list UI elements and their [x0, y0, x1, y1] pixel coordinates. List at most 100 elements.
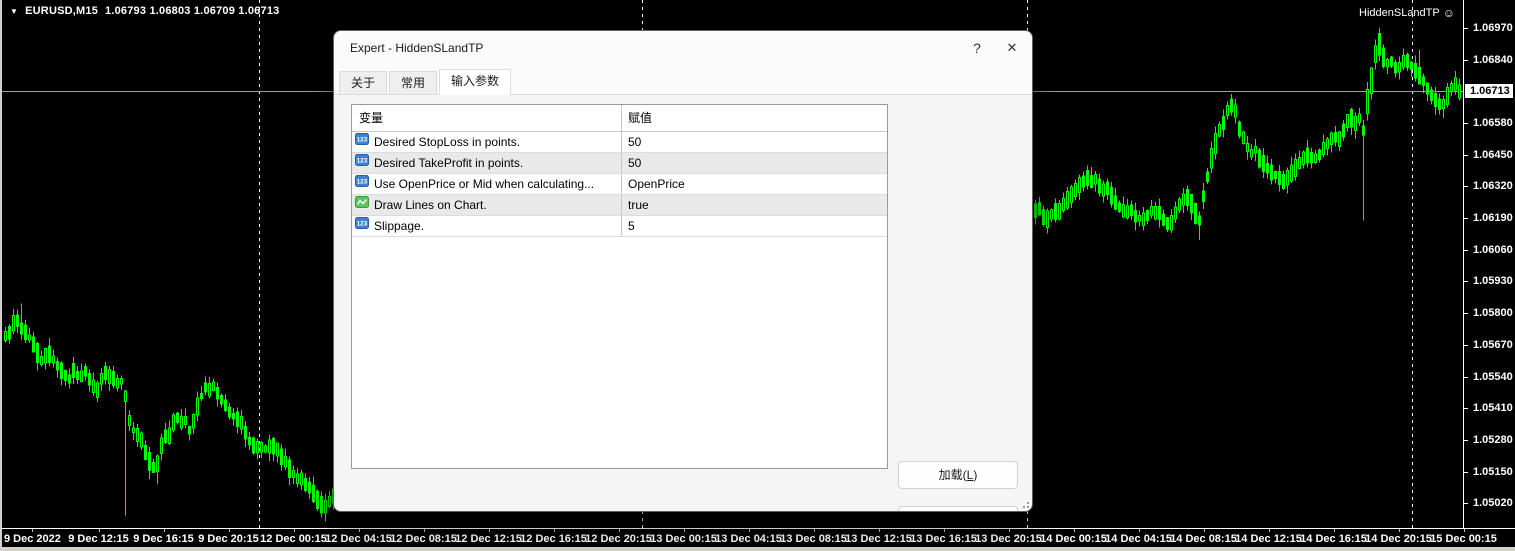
- price-axis[interactable]: 1.06970 1.06840 1.06580 1.06450 1.06320 1.061…: [1463, 0, 1515, 528]
- bull-candle-body: [1078, 177, 1081, 194]
- bear-candle-body: [48, 345, 51, 364]
- bear-candle-body: [164, 429, 167, 444]
- bear-candle-body: [1198, 215, 1201, 226]
- tab-2[interactable]: 输入参数: [439, 69, 512, 95]
- bull-candle-body: [1302, 151, 1305, 166]
- param-row-2[interactable]: 123 Use OpenPrice or Mid when calculating…: [352, 174, 887, 195]
- symbol-label: EURUSD,M15: [25, 5, 99, 17]
- bull-candle-body: [1234, 104, 1237, 118]
- time-label: 12 Dec 20:15: [585, 533, 652, 545]
- bear-candle-body: [1438, 98, 1441, 111]
- bear-candle-body: [56, 361, 59, 371]
- bear-candle-body: [36, 342, 39, 364]
- svg-text:123: 123: [357, 158, 368, 165]
- bear-candle-body: [1410, 61, 1413, 71]
- bull-candle-body: [1366, 88, 1369, 114]
- bear-candle-body: [272, 438, 275, 455]
- bear-candle-body: [200, 392, 203, 400]
- price-tick: [1464, 250, 1468, 251]
- time-tick: [684, 529, 685, 532]
- param-row-4[interactable]: 123 Slippage. 5: [352, 216, 887, 237]
- param-value[interactable]: 5: [622, 216, 887, 236]
- bull-candle-body: [1298, 157, 1301, 170]
- bear-candle-body: [20, 322, 23, 335]
- bear-candle-body: [1206, 171, 1209, 183]
- price-label: 1.06320: [1473, 180, 1513, 192]
- bull-candle-body: [1226, 105, 1229, 117]
- symbol-ohlc-line: ▼ EURUSD,M15 1.06793 1.06803 1.06709 1.0…: [10, 5, 279, 17]
- bull-candle-body: [196, 397, 199, 416]
- bear-candle-body: [68, 374, 71, 384]
- param-row-3[interactable]: Draw Lines on Chart. true: [352, 195, 887, 216]
- bear-candle-body: [252, 437, 255, 454]
- bear-candle-body: [1186, 188, 1189, 207]
- tab-0[interactable]: 关于: [339, 71, 388, 94]
- bear-candle-body: [224, 399, 227, 412]
- dialog-title: Expert - HiddenSLandTP: [350, 40, 484, 55]
- dialog-titlebar[interactable]: Expert - HiddenSLandTP ? ✕: [334, 31, 1032, 64]
- smiley-icon: ☺: [1442, 5, 1455, 20]
- bear-candle-body: [1382, 47, 1385, 68]
- bull-candle-body: [208, 383, 211, 397]
- time-label: 13 Dec 20:15: [975, 533, 1042, 545]
- bear-candle-body: [104, 366, 107, 380]
- bull-candle-body: [276, 442, 279, 457]
- bull-candle-body: [1126, 205, 1129, 219]
- bear-candle-body: [244, 426, 247, 440]
- time-tick: [1334, 529, 1335, 532]
- bull-candle-body: [1154, 205, 1157, 220]
- price-tick: [1464, 345, 1468, 346]
- close-icon[interactable]: ✕: [992, 31, 1032, 64]
- bear-candle-body: [152, 462, 155, 473]
- bull-candle-body: [1250, 149, 1253, 158]
- numeric-123-icon: 123: [355, 132, 369, 152]
- bear-candle-body: [1310, 152, 1313, 164]
- bear-candle-body: [1146, 210, 1149, 222]
- bear-candle-body: [1342, 123, 1345, 138]
- bear-candle-body: [1118, 202, 1121, 212]
- resize-grip[interactable]: [1019, 498, 1029, 508]
- bull-candle-body: [1170, 215, 1173, 231]
- bear-candle-body: [1238, 121, 1241, 137]
- time-tick: [879, 529, 880, 532]
- load-button[interactable]: 加载(L): [898, 461, 1018, 489]
- bear-candle-body: [8, 326, 11, 340]
- price-tick: [1464, 503, 1468, 504]
- param-value[interactable]: 50: [622, 132, 887, 152]
- bull-candle-body: [1138, 214, 1141, 222]
- bull-candle-body: [1338, 131, 1341, 148]
- time-label: 9 Dec 16:15: [133, 533, 194, 545]
- tab-1[interactable]: 常用: [389, 71, 438, 94]
- param-name: 123 Desired TakeProfit in points.: [352, 153, 622, 173]
- bear-candle-body: [216, 386, 219, 400]
- price-label: 1.06450: [1473, 149, 1513, 161]
- bear-candle-body: [148, 452, 151, 471]
- bull-candle-body: [1254, 146, 1257, 154]
- param-value[interactable]: true: [622, 195, 887, 215]
- bear-candle-body: [1430, 89, 1433, 102]
- bull-candle-body: [1326, 138, 1329, 150]
- bear-candle-body: [308, 481, 311, 494]
- param-row-1[interactable]: 123 Desired TakeProfit in points. 50: [352, 153, 887, 174]
- time-label: 13 Dec 08:15: [780, 533, 847, 545]
- save-button[interactable]: 保存(S): [898, 506, 1018, 511]
- bull-candle-body: [28, 334, 31, 341]
- time-label: 12 Dec 00:15: [260, 533, 327, 545]
- bull-candle-body: [1214, 133, 1217, 154]
- param-value[interactable]: OpenPrice: [622, 174, 887, 194]
- bear-candle-body: [144, 444, 147, 460]
- price-tick: [1464, 472, 1468, 473]
- param-name: 123 Use OpenPrice or Mid when calculating…: [352, 174, 622, 194]
- param-value[interactable]: 50: [622, 153, 887, 173]
- param-row-0[interactable]: 123 Desired StopLoss in points. 50: [352, 132, 887, 153]
- price-label: 1.06970: [1473, 22, 1513, 34]
- bull-candle-body: [1294, 159, 1297, 178]
- bull-candle-body: [1374, 45, 1377, 64]
- price-tick: [1464, 408, 1468, 409]
- help-button[interactable]: ?: [957, 31, 997, 64]
- bull-candle-body: [168, 427, 171, 445]
- chevron-down-icon[interactable]: ▼: [10, 7, 18, 16]
- price-tick: [1464, 218, 1468, 219]
- time-label: 12 Dec 08:15: [390, 533, 457, 545]
- bull-candle-body: [1142, 212, 1145, 226]
